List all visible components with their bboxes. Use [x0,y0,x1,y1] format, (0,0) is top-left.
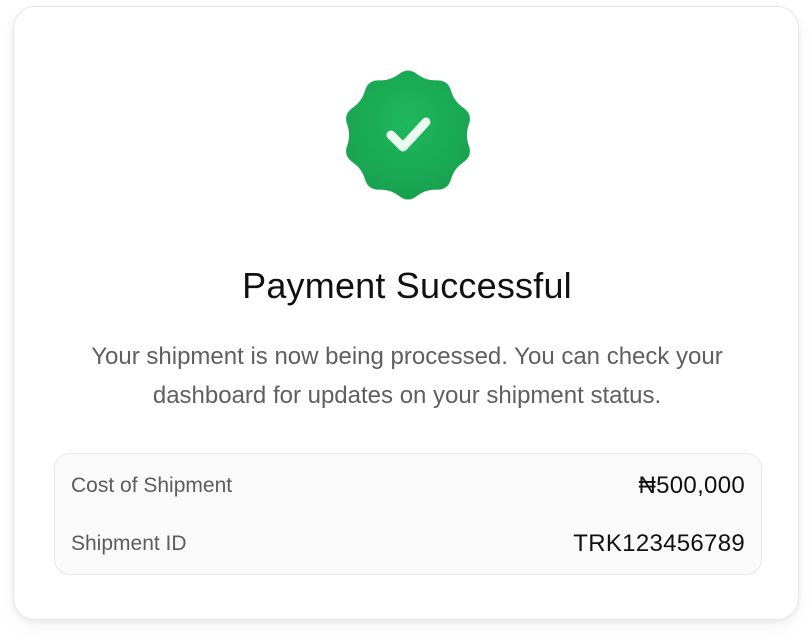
page-title: Payment Successful [242,265,572,306]
check-badge-icon [337,64,479,206]
cost-value: ₦500,000 [638,472,745,499]
payment-success-card: Payment Successful Your shipment is now … [13,6,799,620]
shipment-id-label: Shipment ID [71,532,187,555]
shipment-details-panel: Cost of Shipment ₦500,000 Shipment ID TR… [54,453,762,575]
cost-label: Cost of Shipment [71,474,233,497]
shipment-id-value: TRK123456789 [573,530,745,557]
detail-row-shipment-id: Shipment ID TRK123456789 [71,526,745,562]
detail-row-cost: Cost of Shipment ₦500,000 [71,468,745,504]
status-message: Your shipment is now being processed. Yo… [91,343,723,409]
